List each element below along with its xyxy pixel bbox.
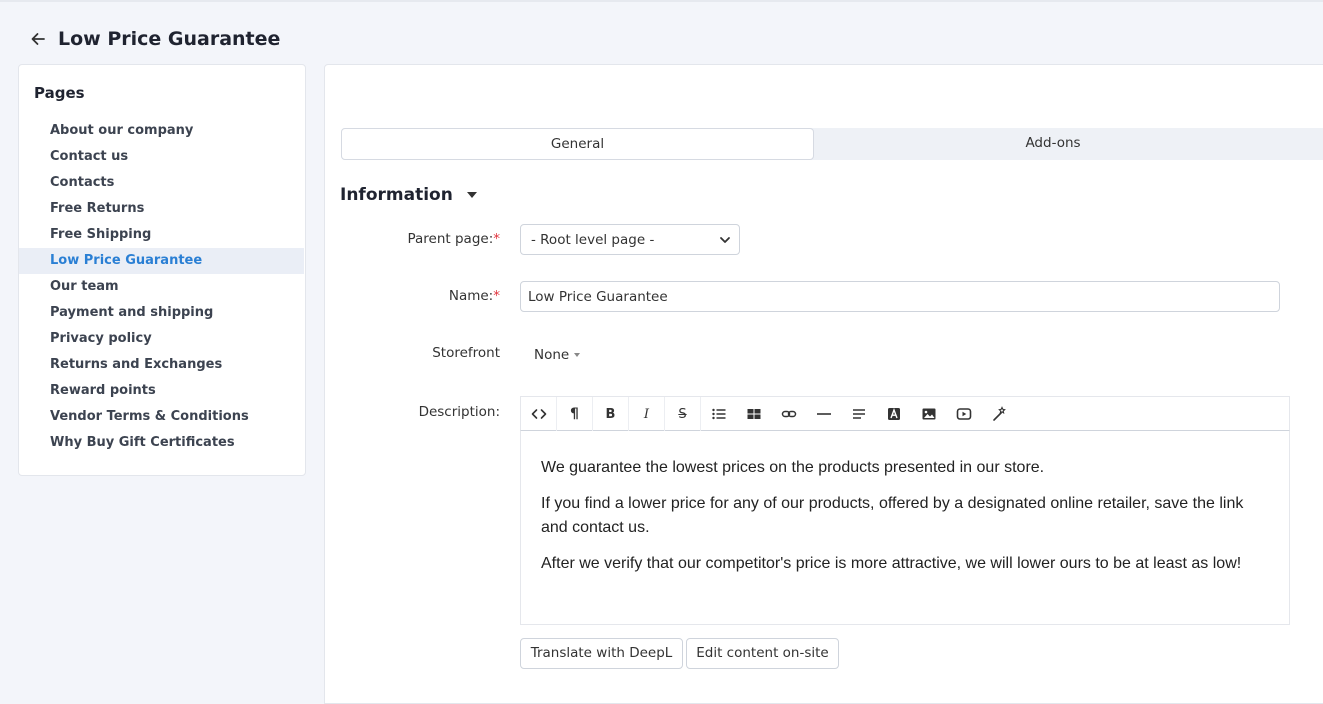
parent-page-label: Parent page:* [340,231,500,247]
table-icon[interactable] [736,397,771,431]
sidebar-item-low-price-guarantee[interactable]: Low Price Guarantee [19,248,304,274]
sidebar-item-payment-and-shipping[interactable]: Payment and shipping [19,300,304,326]
sidebar-item-reward-points[interactable]: Reward points [19,378,304,404]
description-editor[interactable]: We guarantee the lowest prices on the pr… [520,431,1290,625]
parent-page-label-text: Parent page: [407,231,494,247]
sidebar-item-vendor-terms[interactable]: Vendor Terms & Conditions [19,404,304,430]
name-label-text: Name: [448,288,494,304]
page-header: Low Price Guarantee [26,24,280,54]
main-panel: General Add-ons Information Parent page:… [324,64,1323,704]
sidebar-item-contacts[interactable]: Contacts [19,170,304,196]
tab-bar: General Add-ons [341,128,1323,160]
magic-wand-icon[interactable] [981,397,1016,431]
page-title: Low Price Guarantee [58,28,281,50]
section-title: Information [340,185,453,205]
parent-page-value: - Root level page - [531,231,655,248]
caret-down-icon [574,353,581,357]
description-paragraph: We guarantee the lowest prices on the pr… [541,459,1045,476]
translate-with-deepl-button[interactable]: Translate with DeepL [520,638,683,669]
required-mark: * [493,231,500,247]
sidebar-list: About our company Contact us Contacts Fr… [19,118,305,456]
sidebar-item-why-buy-gift-certificates[interactable]: Why Buy Gift Certificates [19,430,304,456]
required-mark: * [493,288,500,304]
edit-content-onsite-button[interactable]: Edit content on-site [686,638,839,669]
link-icon[interactable] [771,397,806,431]
tab-general[interactable]: General [341,128,814,160]
sidebar-item-returns-and-exchanges[interactable]: Returns and Exchanges [19,352,304,378]
bold-icon[interactable]: B [593,397,629,431]
sidebar-title: Pages [34,84,85,102]
sidebar-item-about-our-company[interactable]: About our company [19,118,304,144]
sidebar-item-our-team[interactable]: Our team [19,274,304,300]
sidebar-item-free-returns[interactable]: Free Returns [19,196,304,222]
sidebar-item-free-shipping[interactable]: Free Shipping [19,222,304,248]
information-section-toggle[interactable]: Information [340,185,477,205]
name-label: Name:* [340,288,500,304]
name-input[interactable] [520,281,1280,312]
strikethrough-icon[interactable]: S [665,397,701,431]
top-border [0,0,1323,2]
description-paragraph: If you find a lower price for any of our… [541,495,1244,536]
parent-page-select[interactable]: - Root level page - [520,224,740,255]
italic-icon[interactable]: I [629,397,665,431]
sidebar-item-contact-us[interactable]: Contact us [19,144,304,170]
pages-sidebar: Pages About our company Contact us Conta… [18,64,306,476]
storefront-label: Storefront [432,345,500,361]
storefront-value: None [534,347,570,363]
image-icon[interactable] [911,397,946,431]
paragraph-icon[interactable]: ¶ [557,397,593,431]
description-label: Description: [418,404,500,420]
text-color-icon[interactable] [876,397,911,431]
sidebar-item-privacy-policy[interactable]: Privacy policy [19,326,304,352]
description-paragraph: After we verify that our competitor's pr… [541,555,1242,572]
video-icon[interactable] [946,397,981,431]
storefront-dropdown[interactable]: None [534,347,581,363]
caret-down-icon [466,192,477,198]
back-arrow-icon[interactable] [26,27,50,51]
editor-toolbar: ¶ B I S [520,396,1290,431]
unordered-list-icon[interactable] [701,397,736,431]
tab-addons[interactable]: Add-ons [814,128,1292,160]
code-view-icon[interactable] [521,397,557,431]
horizontal-rule-icon[interactable] [806,397,841,431]
align-icon[interactable] [841,397,876,431]
chevron-down-icon [720,236,730,243]
